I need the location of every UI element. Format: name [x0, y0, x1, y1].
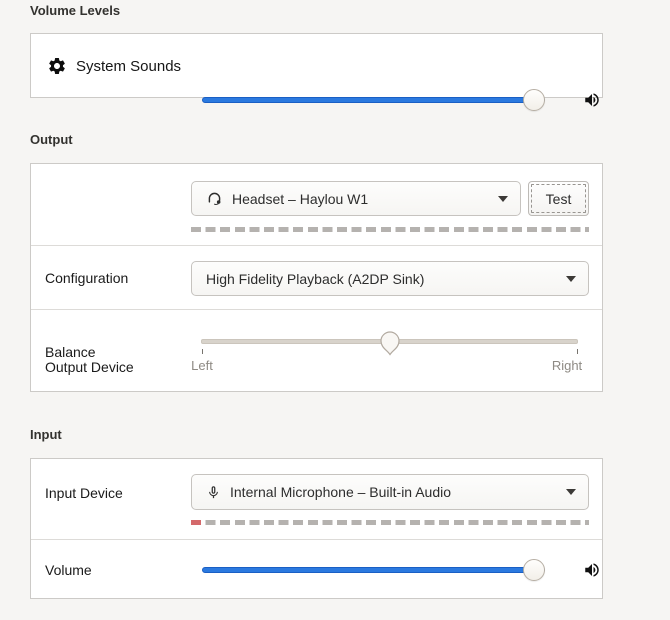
- output-device-dropdown[interactable]: Headset – Haylou W1: [191, 181, 521, 216]
- section-title-volume-levels: Volume Levels: [30, 3, 120, 19]
- row-divider: [31, 309, 602, 310]
- chevron-down-icon: [566, 276, 576, 282]
- output-level-meter: [191, 227, 589, 232]
- chevron-down-icon: [566, 489, 576, 495]
- input-device-dropdown[interactable]: Internal Microphone – Built-in Audio: [191, 474, 589, 510]
- input-device-value: Internal Microphone – Built-in Audio: [230, 484, 558, 500]
- row-divider: [31, 539, 602, 540]
- chevron-down-icon: [498, 196, 508, 202]
- configuration-dropdown[interactable]: High Fidelity Playback (A2DP Sink): [191, 261, 589, 296]
- balance-handle[interactable]: [379, 330, 401, 356]
- balance-label: Balance: [45, 343, 96, 361]
- balance-slider[interactable]: [201, 339, 578, 344]
- slider-handle[interactable]: [523, 559, 545, 581]
- headset-icon: [206, 190, 223, 207]
- volume-high-icon: [583, 561, 601, 579]
- input-volume-label: Volume: [45, 561, 92, 579]
- section-title-input: Input: [30, 427, 62, 443]
- input-level-meter: [191, 520, 589, 525]
- microphone-icon: [206, 485, 221, 500]
- output-card: Output Device Headset – Haylou W1 Test C…: [30, 163, 603, 392]
- balance-right-label: Right: [537, 358, 597, 373]
- balance-tick-left: [202, 349, 203, 354]
- system-sounds-volume-slider[interactable]: [202, 89, 545, 111]
- input-card: Input Device Internal Microphone – Built…: [30, 458, 603, 599]
- slider-fill: [202, 97, 545, 103]
- row-divider: [31, 245, 602, 246]
- input-device-label: Input Device: [45, 484, 123, 502]
- slider-fill: [202, 567, 545, 573]
- volume-levels-card: System Sounds: [30, 33, 603, 98]
- balance-tick-right: [577, 349, 578, 354]
- system-sounds-label: System Sounds: [76, 57, 181, 77]
- output-device-value: Headset – Haylou W1: [232, 191, 490, 207]
- gear-icon: [47, 56, 67, 76]
- configuration-label: Configuration: [45, 269, 128, 287]
- volume-high-icon: [583, 91, 601, 109]
- balance-left-label: Left: [172, 358, 232, 373]
- test-button[interactable]: Test: [528, 181, 589, 216]
- slider-handle[interactable]: [523, 89, 545, 111]
- input-volume-slider[interactable]: [202, 559, 545, 581]
- section-title-output: Output: [30, 132, 73, 148]
- configuration-value: High Fidelity Playback (A2DP Sink): [206, 271, 558, 287]
- test-button-label: Test: [546, 191, 572, 207]
